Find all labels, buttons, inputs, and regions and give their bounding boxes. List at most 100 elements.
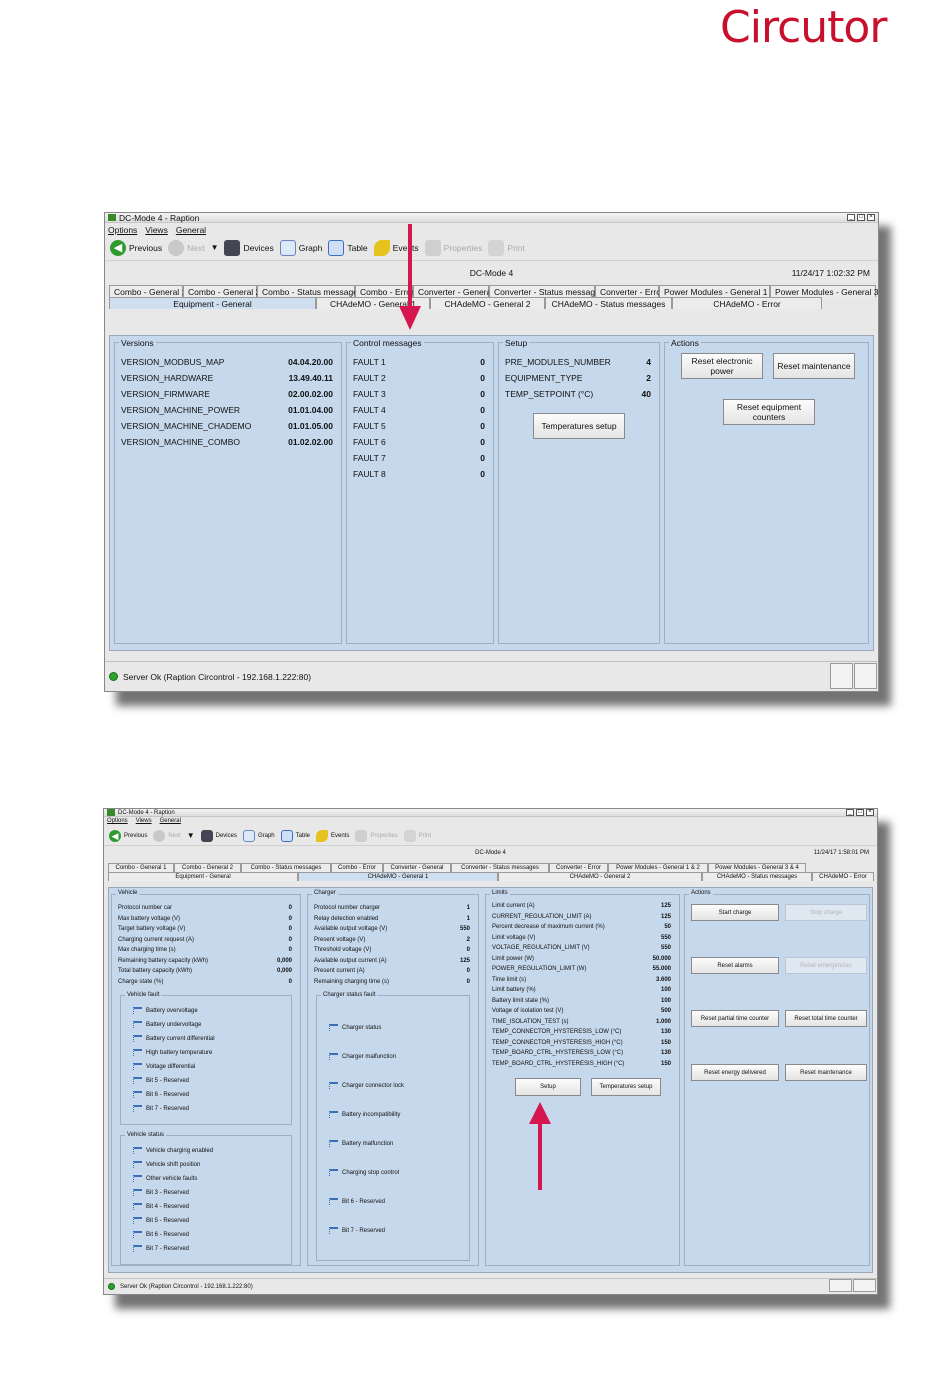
actions-panel: Actions Start charge Stop charge Reset a… — [684, 890, 870, 1266]
close-icon[interactable]: × — [867, 214, 875, 221]
reset-partial-time-counter-button[interactable]: Reset partial time counter — [691, 1010, 779, 1027]
flag-icon — [133, 1189, 142, 1196]
panel-title: Charger — [312, 890, 338, 896]
kv-row: VERSION_MACHINE_CHADEMO 01.01.05.00 — [121, 421, 333, 431]
print-button[interactable]: Print — [403, 829, 431, 842]
minimize-icon[interactable]: _ — [847, 214, 855, 221]
reset-maintenance-button[interactable]: Reset maintenance — [785, 1064, 867, 1081]
close-icon[interactable]: × — [866, 809, 874, 816]
reset-equipment-counters-button[interactable]: Reset equipment counters — [723, 399, 815, 425]
tab-power-modules-3-4[interactable]: Power Modules - General 3 & 4 — [770, 285, 878, 297]
menu-views[interactable]: Views — [145, 225, 168, 235]
tab-converter-general[interactable]: Converter - General — [383, 863, 451, 872]
status-text: Server Ok (Raption Circontrol - 192.168.… — [123, 671, 312, 682]
graph-button[interactable]: Graph — [242, 829, 275, 842]
group-title: Vehicle status — [125, 1132, 167, 1138]
tab-chademo-general-2[interactable]: CHAdeMO - General 2 — [430, 297, 545, 309]
kv-row: Threshold voltage (V) 0 — [314, 947, 470, 953]
menu-views[interactable]: Views — [136, 818, 152, 825]
menu-general[interactable]: General — [160, 818, 181, 825]
flag-icon — [133, 1147, 142, 1154]
devices-button[interactable]: Devices — [200, 829, 237, 842]
previous-button[interactable]: ◀ Previous — [110, 239, 162, 256]
tab-combo-general-2[interactable]: Combo - General 2 — [183, 285, 260, 297]
tab-converter-status[interactable]: Converter - Status messages — [489, 285, 604, 297]
menu-options[interactable]: Options — [108, 225, 137, 235]
tab-combo-status[interactable]: Combo - Status messages — [241, 863, 331, 872]
previous-button[interactable]: ◀ Previous — [109, 829, 147, 842]
tab-combo-status[interactable]: Combo - Status messages — [257, 285, 362, 297]
maximize-icon[interactable]: □ — [857, 214, 865, 221]
reset-total-time-counter-button[interactable]: Reset total time counter — [785, 1010, 867, 1027]
flag-icon — [133, 1021, 142, 1028]
tab-chademo-general-1[interactable]: CHAdeMO - General 1 — [298, 872, 498, 881]
table-button[interactable]: Table — [328, 239, 368, 256]
tab-chademo-error[interactable]: CHAdeMO - Error — [672, 297, 822, 309]
menu-options[interactable]: Options — [107, 818, 128, 825]
tab-chademo-general-2[interactable]: CHAdeMO - General 2 — [498, 872, 702, 881]
temperatures-setup-button[interactable]: Temperatures setup — [591, 1078, 661, 1096]
device-name: DC-Mode 4 — [475, 850, 506, 856]
status-text: Server Ok (Raption Circontrol - 192.168.… — [120, 1283, 253, 1290]
temperatures-setup-button[interactable]: Temperatures setup — [533, 413, 625, 439]
devices-button[interactable]: Devices — [224, 239, 274, 256]
reset-energy-delivered-button[interactable]: Reset energy delivered — [691, 1064, 779, 1081]
tab-power-modules-1-2[interactable]: Power Modules - General 1 & 2 — [608, 863, 708, 872]
setup-button[interactable]: Setup — [515, 1078, 581, 1096]
tab-converter-general[interactable]: Converter - General — [413, 285, 493, 297]
tab-converter-error[interactable]: Converter - Error — [595, 285, 664, 297]
flag-icon — [329, 1082, 338, 1089]
graph-button[interactable]: Graph — [279, 239, 322, 256]
properties-button[interactable]: Properties — [424, 239, 482, 256]
tab-chademo-status[interactable]: CHAdeMO - Status messages — [545, 297, 672, 309]
flag-item: Bit 7 - Reserved — [329, 1227, 385, 1234]
tab-chademo-status[interactable]: CHAdeMO - Status messages — [702, 872, 812, 881]
reset-maintenance-button[interactable]: Reset maintenance — [773, 353, 855, 379]
kv-row: FAULT 60 — [353, 437, 485, 447]
menu-general[interactable]: General — [176, 225, 206, 235]
flag-item: Bit 6 - Reserved — [133, 1231, 189, 1238]
minimize-icon[interactable]: _ — [846, 809, 854, 816]
print-button[interactable]: Print — [488, 239, 525, 256]
flag-icon — [329, 1053, 338, 1060]
reset-alarms-button[interactable]: Reset alarms — [691, 957, 779, 974]
tab-content-chademo-general-1: Vehicle Protocol number car 0 Max battery… — [108, 887, 873, 1273]
next-button[interactable]: Next — [168, 239, 205, 256]
maximize-icon[interactable]: □ — [856, 809, 864, 816]
kv-row: Present current (A) 0 — [314, 968, 470, 974]
tab-combo-error[interactable]: Combo - Error — [331, 863, 383, 872]
arrow-right-icon — [153, 829, 166, 842]
status-led-icon — [109, 672, 118, 681]
stop-charge-button[interactable]: Stop charge — [785, 904, 867, 921]
kv-row: FAULT 10 — [353, 357, 485, 367]
app-icon — [107, 809, 115, 816]
tab-equipment-general[interactable]: Equipment - General — [108, 872, 298, 881]
tab-combo-general-2[interactable]: Combo - General 2 — [174, 863, 241, 872]
tab-chademo-error[interactable]: CHAdeMO - Error — [812, 872, 874, 881]
tab-converter-error[interactable]: Converter - Error — [549, 863, 608, 872]
next-button[interactable]: Next — [153, 829, 181, 842]
annotation-arrow-down — [399, 224, 421, 330]
kv-row: Total battery capacity (kWh) 0,000 — [118, 968, 292, 974]
table-button[interactable]: Table — [280, 829, 310, 842]
start-charge-button[interactable]: Start charge — [691, 904, 779, 921]
properties-button[interactable]: Properties — [355, 829, 398, 842]
tab-equipment-general[interactable]: Equipment - General — [109, 297, 316, 309]
kv-row: EQUIPMENT_TYPE 2 — [505, 373, 651, 383]
graph-icon — [279, 239, 296, 256]
events-button[interactable]: Events — [315, 829, 349, 842]
kv-row: VERSION_FIRMWARE 02.00.02.00 — [121, 389, 333, 399]
tab-power-modules-1-2[interactable]: Power Modules - General 1 & 2 — [659, 285, 783, 297]
tab-combo-general-1[interactable]: Combo - General 1 — [108, 863, 174, 872]
flag-icon — [133, 1217, 142, 1224]
chevron-down-icon[interactable]: ▼ — [187, 831, 195, 840]
reset-electronic-power-button[interactable]: Reset electronic power — [681, 353, 763, 379]
tab-combo-general-1[interactable]: Combo - General 1 — [109, 285, 186, 297]
chevron-down-icon[interactable]: ▼ — [211, 243, 219, 252]
device-icon — [224, 239, 241, 256]
tab-power-modules-3-4[interactable]: Power Modules - General 3 & 4 — [708, 863, 806, 872]
tab-converter-status[interactable]: Converter - Status messages — [451, 863, 549, 872]
reset-emergencies-button[interactable]: Reset emergencies — [785, 957, 867, 974]
device-name: DC-Mode 4 — [469, 268, 514, 278]
kv-row: Battery limit state (%) 100 — [492, 997, 671, 1004]
